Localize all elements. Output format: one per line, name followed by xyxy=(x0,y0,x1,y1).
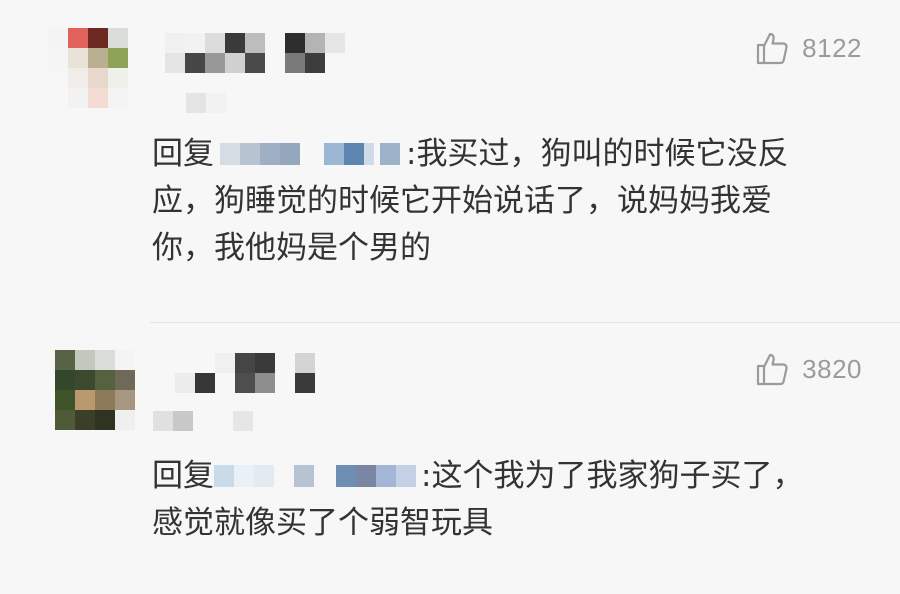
comment-meta-censored xyxy=(186,93,226,113)
comment-item: 8122 回复:我买过，狗叫的时候它没反应，狗睡觉的时候它开始说话了，说妈妈我爱… xyxy=(0,0,900,322)
username-censored[interactable] xyxy=(175,353,315,393)
reply-text: 回复:这个我为了我家狗子买了，感觉就像买了个弱智玩具 xyxy=(152,453,832,547)
mention-censored[interactable] xyxy=(214,143,406,165)
reply-text: 回复:我买过，狗叫的时候它没反应，狗睡觉的时候它开始说话了，说妈妈我爱你，我他妈… xyxy=(152,131,832,272)
thumbs-up-icon xyxy=(757,353,788,386)
avatar[interactable] xyxy=(55,350,135,430)
comment-meta-censored xyxy=(153,411,253,431)
reply-prefix: 回复 xyxy=(152,458,214,494)
thumbs-up-icon xyxy=(757,32,788,65)
comment-item: 3820 回复:这个我为了我家狗子买了，感觉就像买了个弱智玩具 xyxy=(0,323,900,594)
like-button[interactable]: 8122 xyxy=(754,30,862,66)
like-button[interactable]: 3820 xyxy=(754,351,862,387)
like-count: 3820 xyxy=(802,353,862,384)
reply-prefix: 回复 xyxy=(152,136,214,172)
mention-censored[interactable] xyxy=(214,465,421,487)
avatar[interactable] xyxy=(48,28,128,108)
username-censored[interactable] xyxy=(165,33,365,73)
like-count: 8122 xyxy=(802,32,862,63)
